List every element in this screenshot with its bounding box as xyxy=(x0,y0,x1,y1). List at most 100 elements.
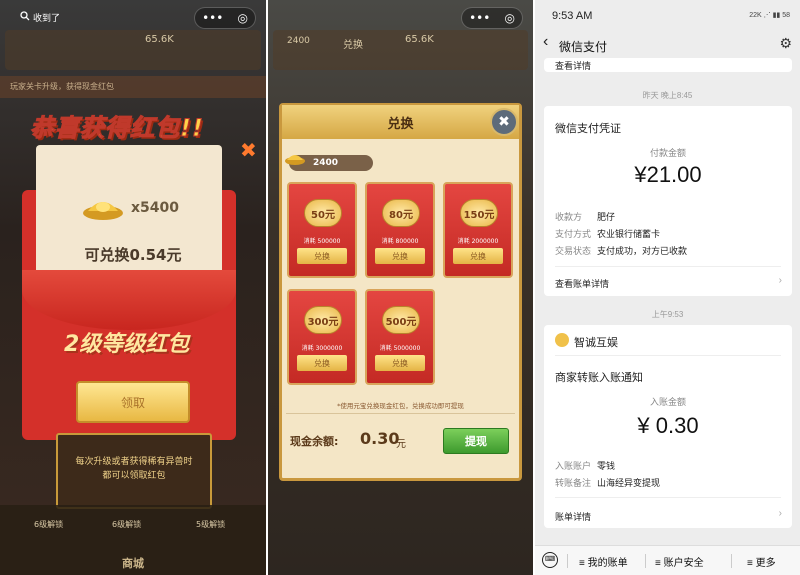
divider xyxy=(555,266,781,267)
merchant-transfer-card: 智诚互娱 商家转账入账通知 入账金额 ¥ 0.30 入账账户 零钱 转账备注 山海经… xyxy=(544,325,792,528)
nav-bar: ‹ 微信支付 ⚙ xyxy=(535,28,800,60)
chevron-right-icon[interactable]: › xyxy=(779,508,782,519)
wechat-pay-panel: 9:53 AM 22K ⋰ ▮▮ 58 ‹ 微信支付 ⚙ 查看详情 昨天 晚上8… xyxy=(535,0,800,575)
mini-program-capsule: ••• ◎ xyxy=(194,7,256,29)
more-icon[interactable]: ••• xyxy=(202,11,223,25)
amount-label: 入账金额 xyxy=(649,397,686,407)
unlock-slot: 5级解锁 xyxy=(196,520,226,529)
tile-cost: 消耗 3000000 xyxy=(301,345,343,352)
game-banner: 玩家关卡升级，获得现金红包 xyxy=(0,76,266,98)
exchange-button[interactable]: 兑换 xyxy=(375,355,425,371)
exchange-tile: 500元 消耗 5000000 兑换 xyxy=(365,289,435,385)
menu-account-security[interactable]: ≡ 账户安全 xyxy=(655,554,704,569)
exchange-tile: 50元 消耗 500000 兑换 xyxy=(287,182,357,278)
detail-row: 支付方式 农业银行储蓄卡 xyxy=(555,229,661,239)
claim-button[interactable]: 领取 xyxy=(76,381,190,423)
game-hud-bar: 2400 兑换 65.6K xyxy=(273,30,528,70)
hud-coin-value: 65.6K xyxy=(405,34,434,45)
tip-line: 都可以领取红包 xyxy=(102,471,166,481)
exchange-panel: 2400 兑换 65.6K ••• ◎ 兑换 ✖ 2400 50元 消耗 500… xyxy=(268,0,533,575)
unlock-slot: 6级解锁 xyxy=(34,520,64,529)
cash-balance-label: 现金余额: xyxy=(290,435,339,448)
cash-balance-value: 0.30 xyxy=(360,429,400,448)
detail-row: 入账账户 零钱 xyxy=(555,461,616,471)
chevron-right-icon[interactable]: › xyxy=(779,275,782,286)
gear-icon[interactable]: ⚙ xyxy=(779,35,792,52)
close-program-icon[interactable]: ◎ xyxy=(237,11,247,25)
menu-my-bills[interactable]: ≡ 我的账单 xyxy=(579,554,628,569)
exchange-button[interactable]: 兑换 xyxy=(453,248,503,264)
back-icon[interactable]: ‹ xyxy=(543,33,548,51)
gold-ingot-icon xyxy=(83,202,123,220)
detail-row: 交易状态 支付成功，对方已收款 xyxy=(555,246,688,256)
cash-balance-unit: 元 xyxy=(396,439,406,450)
tile-cost: 消耗 5000000 xyxy=(379,345,421,352)
exchange-tile: 300元 消耗 3000000 兑换 xyxy=(287,289,357,385)
redeem-value: 可兑换0.54元 xyxy=(84,246,182,264)
amount-label: 付款金额 xyxy=(649,148,686,158)
amount-value: ¥21.00 xyxy=(634,162,702,187)
reward-game-panel: 65.6K 玩家关卡升级，获得现金红包 收到了 ••• ◎ 恭喜获得红包!! ✖… xyxy=(0,0,266,575)
unlock-slot: 6级解锁 xyxy=(112,520,142,529)
keyboard-icon[interactable]: ⌨ xyxy=(542,552,558,568)
tile-cost: 消耗 2000000 xyxy=(457,238,499,245)
level-envelope-label: 2级等级红包 xyxy=(64,332,190,357)
tile-value: 300元 xyxy=(304,306,342,334)
exchange-button[interactable]: 兑换 xyxy=(297,355,347,371)
divider xyxy=(286,413,515,414)
card-title: 商家转账入账通知 xyxy=(555,372,643,384)
card-title: 微信支付凭证 xyxy=(555,123,621,135)
collapse-label: 收到了 xyxy=(33,14,61,24)
close-program-icon[interactable]: ◎ xyxy=(504,11,514,25)
divider xyxy=(731,554,732,568)
withdraw-button[interactable]: 提现 xyxy=(443,428,509,454)
bottom-menu: ⌨ ≡ 我的账单 ≡ 账户安全 ≡ 更多 xyxy=(535,545,800,575)
collapse-button[interactable]: 收到了 xyxy=(20,11,60,24)
timestamp: 上午9:53 xyxy=(651,310,684,319)
exchange-tile: 80元 消耗 800000 兑换 xyxy=(365,182,435,278)
tile-value: 50元 xyxy=(304,199,342,227)
tile-value: 80元 xyxy=(382,199,420,227)
exchange-button[interactable]: 兑换 xyxy=(375,248,425,264)
ingot-count: x5400 xyxy=(131,200,179,216)
merchant-logo-icon xyxy=(555,333,569,347)
mini-program-topbar: 收到了 ••• ◎ xyxy=(0,0,266,34)
detail-row: 转账备注 山海经异变提现 xyxy=(555,478,661,488)
bill-detail-link[interactable]: 查看账单详情 xyxy=(555,277,609,290)
status-bar: 9:53 AM 22K ⋰ ▮▮ 58 xyxy=(535,0,800,28)
mini-program-capsule: ••• ◎ xyxy=(461,7,523,29)
exchange-note: *使用元宝兑换现金红包，兑换成功即可提现 xyxy=(337,402,464,410)
exchange-button[interactable]: 兑换 xyxy=(297,248,347,264)
more-icon[interactable]: ••• xyxy=(469,11,490,25)
hud-coin-value: 65.6K xyxy=(145,34,174,45)
page-title: 微信支付 xyxy=(559,40,608,54)
search-icon xyxy=(20,11,30,24)
game-hud-bar: 65.6K xyxy=(5,30,261,70)
menu-more[interactable]: ≡ 更多 xyxy=(747,554,776,569)
hud-exchange-tab[interactable]: 兑换 xyxy=(343,36,363,51)
tip-line: 每次升级或者获得稀有异兽时 xyxy=(75,457,193,467)
bill-detail-link[interactable]: 账单详情 xyxy=(555,510,591,523)
divider xyxy=(567,554,568,568)
tile-value: 500元 xyxy=(382,306,420,334)
detail-row: 收款方 肥仔 xyxy=(555,212,616,222)
detail-link[interactable]: 查看详情 xyxy=(555,59,591,72)
close-icon[interactable]: ✖ xyxy=(490,108,518,136)
shop-tab[interactable]: 商城 xyxy=(0,555,266,571)
status-icons: 22K ⋰ ▮▮ 58 xyxy=(749,12,790,19)
status-time: 9:53 AM xyxy=(552,10,593,22)
previous-card[interactable]: 查看详情 xyxy=(544,58,792,72)
close-icon[interactable]: ✖ xyxy=(240,138,257,162)
divider xyxy=(555,355,781,356)
hud-ingot-value: 2400 xyxy=(287,36,310,46)
divider xyxy=(645,554,646,568)
amount-value: ¥ 0.30 xyxy=(637,413,699,438)
congrats-title: 恭喜获得红包!! xyxy=(30,114,204,143)
tile-value: 150元 xyxy=(460,199,498,227)
timestamp: 昨天 晚上8:45 xyxy=(642,91,693,100)
exchange-tile: 150元 消耗 2000000 兑换 xyxy=(443,182,513,278)
payment-voucher-card: 微信支付凭证 付款金额 ¥21.00 收款方 肥仔 支付方式 农业银行储蓄卡 交易状… xyxy=(544,106,792,296)
tip-box: 每次升级或者获得稀有异兽时 都可以领取红包 xyxy=(56,433,212,509)
divider xyxy=(555,497,781,498)
merchant-name: 智诚互娱 xyxy=(574,337,618,349)
